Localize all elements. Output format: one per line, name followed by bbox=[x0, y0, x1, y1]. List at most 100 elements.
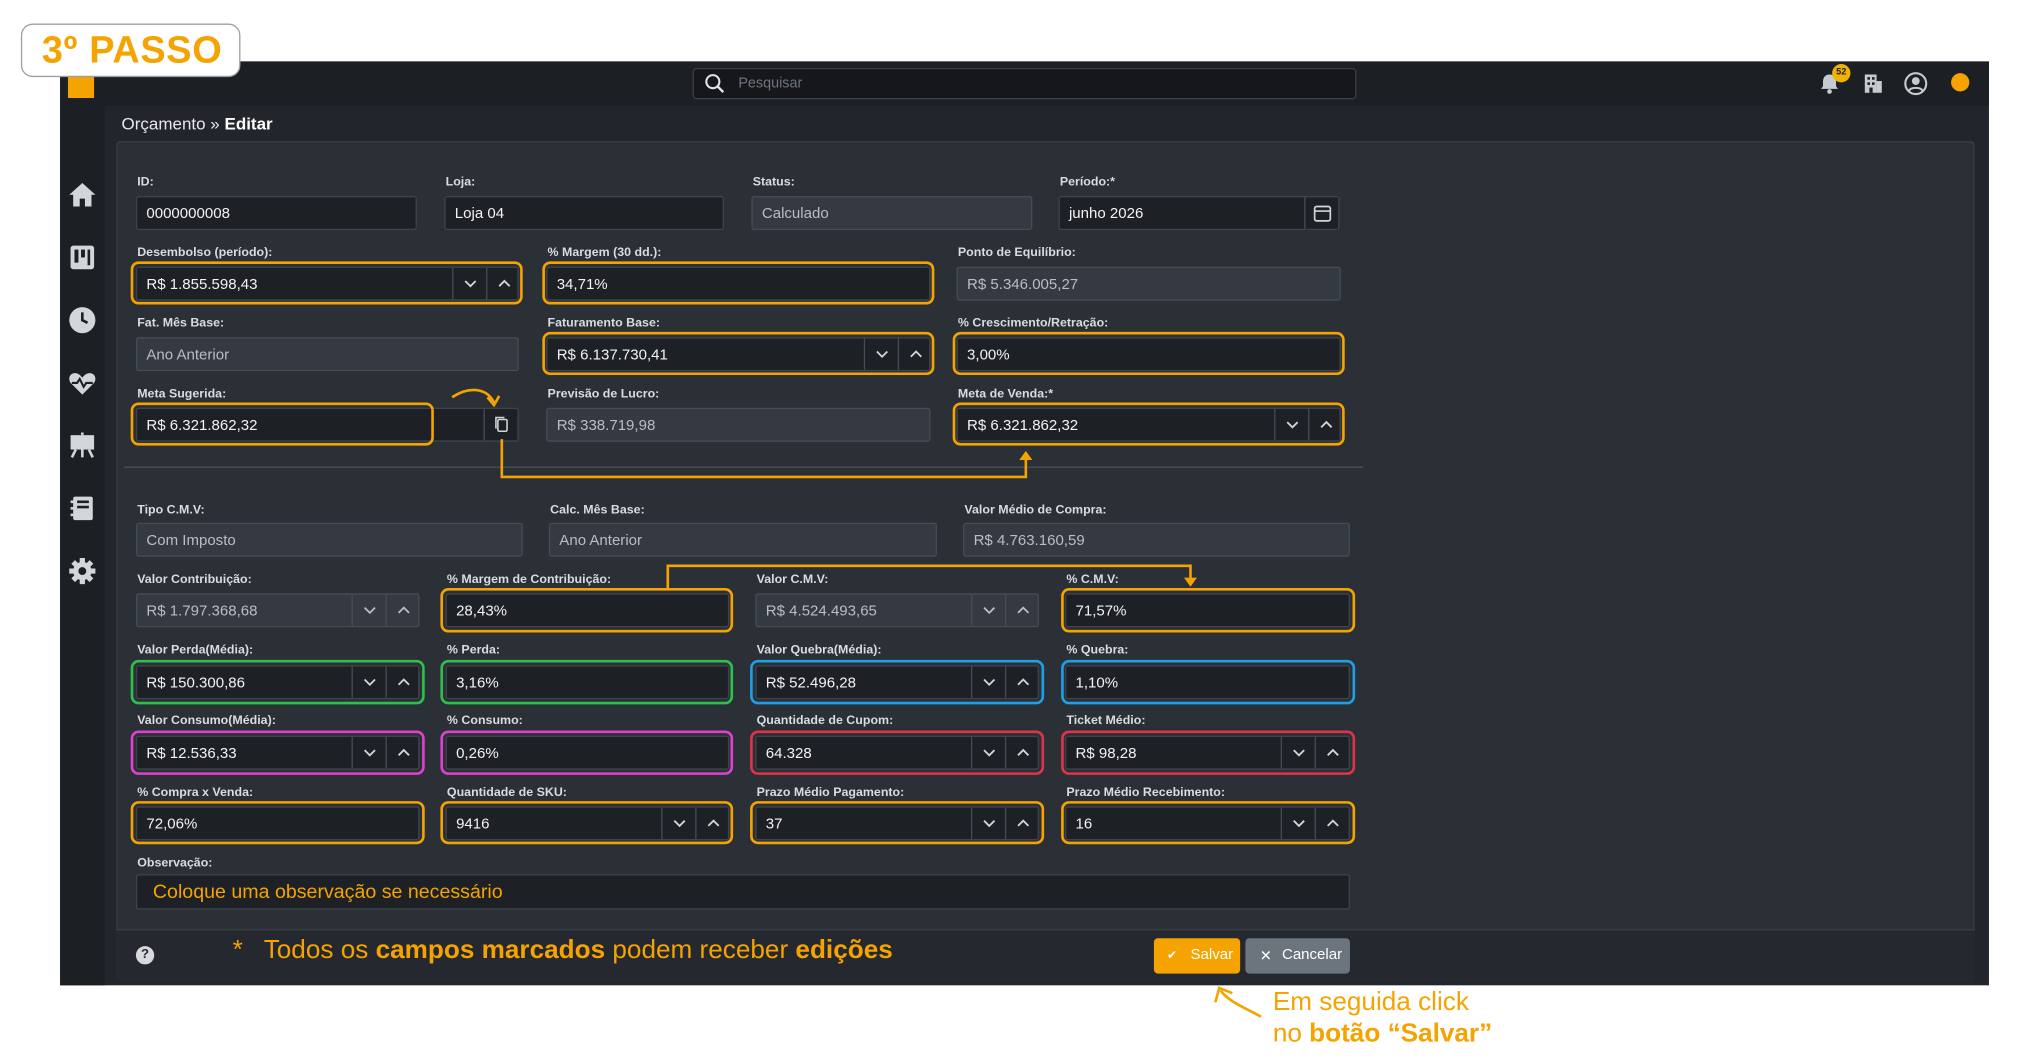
increment-button[interactable] bbox=[1004, 594, 1039, 626]
building-icon[interactable] bbox=[1860, 71, 1886, 97]
meta-venda-label: Meta de Venda:* bbox=[957, 386, 1054, 402]
pct-cmv-field[interactable]: 71,57% bbox=[1065, 593, 1350, 628]
pct-consumo-field[interactable]: 0,26% bbox=[445, 735, 730, 770]
increment-button[interactable] bbox=[1314, 737, 1349, 769]
pct-quebra-label: % Quebra: bbox=[1066, 642, 1129, 658]
chevron-up-icon bbox=[1017, 748, 1030, 756]
loja-value: Loja 04 bbox=[454, 206, 505, 223]
valor-contribuicao-field: R$ 1.797.368,68 bbox=[135, 593, 420, 628]
decrement-button[interactable] bbox=[863, 338, 898, 370]
kanban-icon[interactable] bbox=[67, 242, 98, 273]
help-icon[interactable]: ? bbox=[135, 946, 155, 965]
cancel-button[interactable]: ✕ Cancelar bbox=[1245, 938, 1350, 974]
increment-button[interactable] bbox=[695, 807, 729, 839]
valor-contribuicao-value: R$ 1.797.368,68 bbox=[146, 603, 258, 620]
decrement-button[interactable] bbox=[452, 267, 486, 300]
user-account-icon[interactable] bbox=[1903, 71, 1929, 97]
chevron-down-icon bbox=[363, 749, 376, 757]
desembolso-value: R$ 1.855.598,43 bbox=[146, 277, 258, 293]
prazo-recebimento-field[interactable]: 16 bbox=[1065, 806, 1350, 841]
previsao-lucro-value: R$ 338.719,98 bbox=[556, 418, 656, 434]
prazo-pagamento-field[interactable]: 37 bbox=[755, 806, 1039, 841]
meta-sugerida-field[interactable]: R$ 6.321.862,32 bbox=[135, 407, 519, 442]
home-icon[interactable] bbox=[67, 179, 98, 210]
valor-consumo-label: Valor Consumo(Média): bbox=[137, 713, 276, 728]
fat-mes-base-select[interactable]: Ano Anterior bbox=[135, 337, 519, 372]
qtd-sku-field[interactable]: 9416 bbox=[445, 806, 730, 841]
meta-venda-value: R$ 6.321.862,32 bbox=[967, 418, 1079, 434]
decrement-button[interactable] bbox=[970, 594, 1005, 626]
qtd-cupom-field[interactable]: 64.328 bbox=[755, 735, 1039, 770]
copy-button[interactable] bbox=[483, 409, 518, 441]
increment-button[interactable] bbox=[486, 267, 520, 300]
compra-venda-field[interactable]: 72,06% bbox=[135, 806, 420, 841]
decrement-button[interactable] bbox=[970, 737, 1005, 769]
presentation-board-icon[interactable] bbox=[67, 430, 98, 461]
decrement-button[interactable] bbox=[351, 666, 386, 698]
save-button[interactable]: ✔ Salvar bbox=[1153, 938, 1241, 974]
prazo-pagamento-label: Prazo Médio Pagamento: bbox=[756, 785, 905, 800]
decrement-button[interactable] bbox=[351, 594, 386, 626]
decrement-button[interactable] bbox=[1274, 409, 1308, 441]
meta-venda-field[interactable]: R$ 6.321.862,32 bbox=[956, 407, 1342, 442]
qtd-sku-value: 9416 bbox=[456, 816, 490, 833]
loja-field[interactable]: Loja 04 bbox=[444, 196, 724, 230]
notebook-icon[interactable] bbox=[67, 493, 98, 524]
heart-pulse-icon[interactable] bbox=[67, 367, 98, 398]
qtd-cupom-value: 64.328 bbox=[765, 746, 812, 762]
crescimento-field[interactable]: 3,00% bbox=[956, 337, 1341, 372]
faturamento-base-field[interactable]: R$ 6.137.730,41 bbox=[546, 337, 932, 372]
increment-button[interactable] bbox=[385, 666, 420, 698]
decrement-button[interactable] bbox=[351, 737, 386, 769]
increment-button[interactable] bbox=[385, 737, 420, 769]
ticket-medio-field[interactable]: R$ 98,28 bbox=[1065, 735, 1350, 770]
calc-mes-base-select[interactable]: Ano Anterior bbox=[548, 522, 937, 557]
top-bar: Pesquisar 52 bbox=[60, 61, 1989, 106]
valor-consumo-field[interactable]: R$ 12.536,33 bbox=[135, 735, 420, 770]
loja-label: Loja: bbox=[445, 175, 476, 190]
gear-icon[interactable] bbox=[67, 555, 98, 586]
chevron-up-icon bbox=[910, 350, 922, 358]
increment-button[interactable] bbox=[385, 594, 420, 626]
note-asterisk: * bbox=[232, 935, 243, 965]
breadcrumb-section[interactable]: Orçamento bbox=[122, 114, 206, 134]
clock-icon[interactable] bbox=[67, 304, 98, 335]
increment-button[interactable] bbox=[1004, 807, 1039, 839]
decrement-button[interactable] bbox=[1280, 807, 1315, 839]
editable-fields-note: * Todos os campos marcados podem receber … bbox=[233, 936, 893, 966]
desembolso-field[interactable]: R$ 1.855.598,43 bbox=[135, 266, 520, 301]
note-text-1: Todos os bbox=[263, 935, 376, 965]
periodo-field[interactable]: junho 2026 bbox=[1058, 196, 1340, 230]
pct-perda-value: 3,16% bbox=[456, 675, 499, 692]
valor-quebra-field[interactable]: R$ 52.496,28 bbox=[755, 665, 1039, 700]
margem30-field[interactable]: 34,71% bbox=[546, 266, 931, 301]
observacao-input[interactable]: Coloque uma observação se necessário bbox=[135, 874, 1350, 910]
decrement-button[interactable] bbox=[970, 666, 1005, 698]
increment-button[interactable] bbox=[1314, 807, 1349, 839]
increment-button[interactable] bbox=[897, 338, 932, 370]
tipo-cmv-label: Tipo C.M.V: bbox=[137, 503, 205, 518]
valor-perda-label: Valor Perda(Média): bbox=[137, 642, 254, 658]
section-divider bbox=[124, 466, 1363, 468]
chevron-up-icon bbox=[1320, 420, 1333, 428]
status-field: Calculado bbox=[751, 196, 1033, 230]
increment-button[interactable] bbox=[1004, 666, 1039, 698]
decrement-button[interactable] bbox=[1280, 737, 1315, 769]
increment-button[interactable] bbox=[1004, 737, 1039, 769]
tipo-cmv-select[interactable]: Com Imposto bbox=[135, 522, 523, 557]
tip-line-2: no botão “Salvar” bbox=[1273, 1018, 1492, 1049]
margem30-label: % Margem (30 dd.): bbox=[547, 245, 662, 261]
status-indicator[interactable] bbox=[1951, 73, 1970, 92]
valor-perda-field[interactable]: R$ 150.300,86 bbox=[135, 665, 420, 700]
increment-button[interactable] bbox=[1308, 409, 1342, 441]
search-input[interactable]: Pesquisar bbox=[692, 67, 1357, 100]
calendar-button[interactable] bbox=[1304, 197, 1338, 229]
chevron-down-icon bbox=[983, 678, 996, 687]
pct-perda-field[interactable]: 3,16% bbox=[445, 665, 730, 700]
margem-contribuicao-field[interactable]: 28,43% bbox=[445, 593, 730, 628]
decrement-button[interactable] bbox=[970, 807, 1005, 839]
chevron-up-icon bbox=[707, 819, 720, 827]
id-field[interactable]: 0000000008 bbox=[135, 196, 417, 230]
decrement-button[interactable] bbox=[661, 807, 695, 839]
pct-quebra-field[interactable]: 1,10% bbox=[1065, 665, 1350, 700]
